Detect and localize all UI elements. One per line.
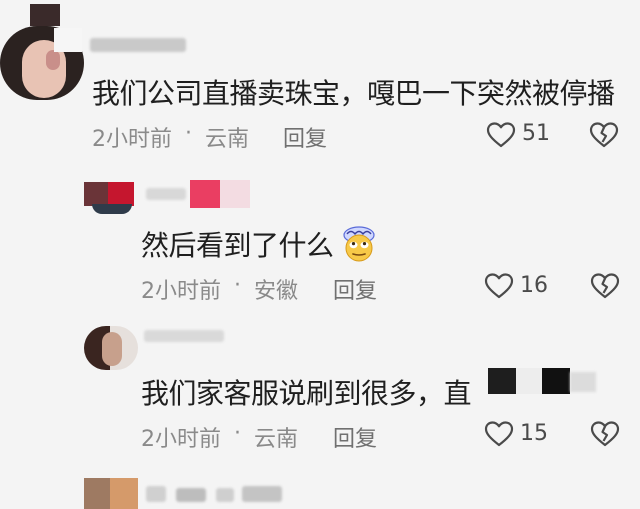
rolling-eyes-brain-emoji — [343, 226, 375, 262]
username-redacted[interactable] — [146, 482, 296, 506]
heart-icon[interactable] — [484, 272, 514, 300]
like-count: 16 — [520, 273, 548, 298]
comment-text: 我们家客服说刷到很多，直 — [141, 377, 472, 410]
meta-separator: · — [234, 273, 241, 298]
broken-heart-icon[interactable] — [590, 420, 620, 448]
comment-time: 2小时前 — [141, 279, 221, 304]
comment-location: 安徽 — [254, 279, 299, 304]
reply-button[interactable]: 回复 — [333, 421, 377, 453]
like-count: 51 — [522, 121, 550, 146]
comment-time: 2小时前 — [141, 427, 221, 452]
comment-text: 然后看到了什么 — [141, 229, 334, 262]
avatar[interactable] — [84, 182, 140, 216]
heart-icon[interactable] — [486, 121, 516, 149]
broken-heart-icon[interactable] — [589, 121, 619, 149]
username-redacted[interactable] — [144, 326, 244, 346]
username-redacted[interactable] — [146, 180, 256, 210]
comment-location: 云南 — [205, 127, 250, 152]
broken-heart-icon[interactable] — [590, 272, 620, 300]
meta-separator: · — [185, 121, 192, 146]
reply-button[interactable]: 回复 — [333, 273, 377, 305]
avatar[interactable] — [84, 478, 140, 509]
meta-separator: · — [234, 421, 241, 446]
username-redacted[interactable] — [90, 34, 190, 54]
censor-overlay — [478, 366, 598, 400]
heart-icon[interactable] — [484, 420, 514, 448]
comment-text: 我们公司直播卖珠宝，嘎巴一下突然被停播 — [92, 77, 615, 110]
comment-time: 2小时前 — [92, 127, 172, 152]
reply-button[interactable]: 回复 — [283, 121, 327, 153]
comment-location: 云南 — [254, 427, 299, 452]
avatar[interactable] — [0, 4, 84, 100]
avatar[interactable] — [84, 326, 138, 370]
like-count: 15 — [520, 421, 548, 446]
comment-text-row: 然后看到了什么 — [141, 224, 377, 264]
